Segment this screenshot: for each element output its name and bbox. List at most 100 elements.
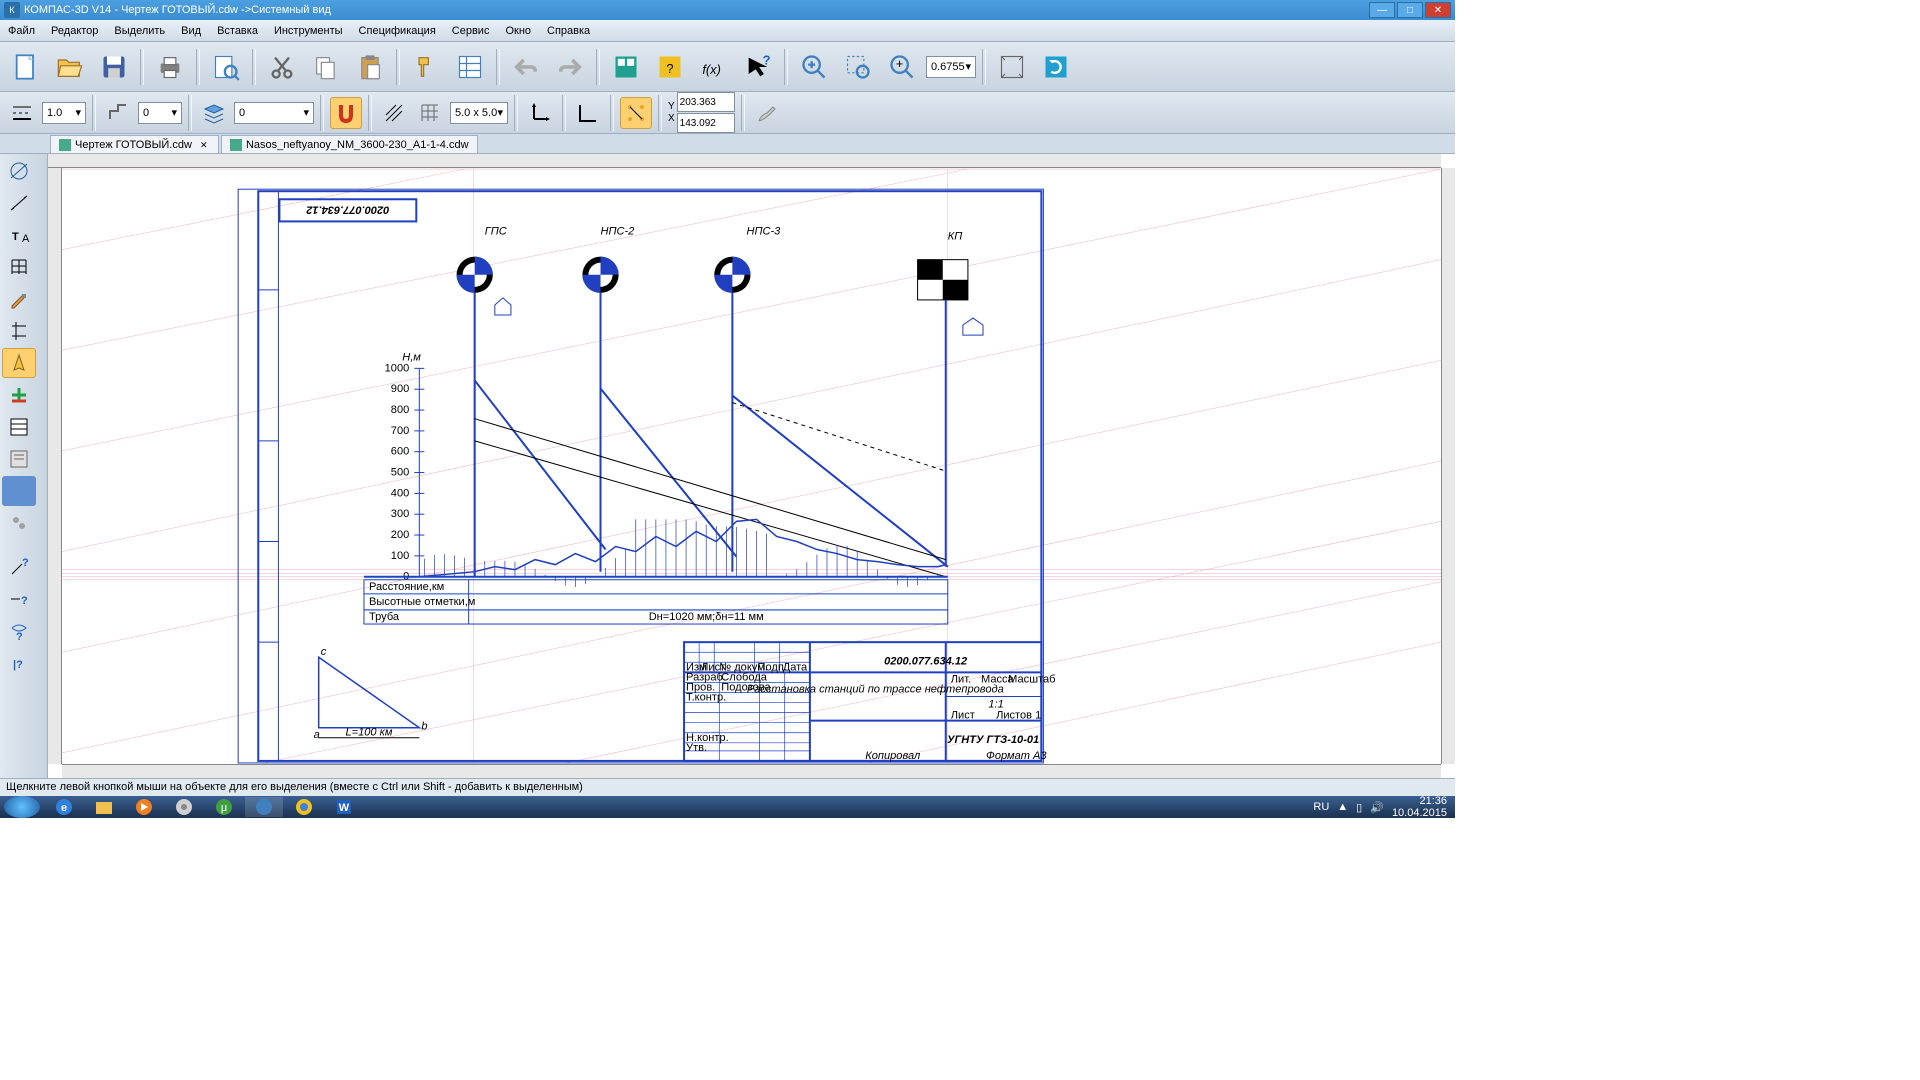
tool-help2[interactable]: ?: [2, 584, 36, 614]
new-button[interactable]: [6, 47, 46, 87]
tray-time: 21:36: [1392, 795, 1447, 807]
system-tray[interactable]: RU ▲ ▯ 🔊 21:36 10.04.2015: [1313, 795, 1455, 819]
svg-text:Т.контр.: Т.контр.: [686, 692, 726, 704]
zoom-in-button[interactable]: [794, 47, 834, 87]
tool-measure[interactable]: [2, 348, 36, 378]
menu-view[interactable]: Вид: [181, 25, 201, 37]
scrollbar-vertical[interactable]: [1441, 168, 1455, 764]
grid-combo[interactable]: 5.0 x 5.0▾: [450, 102, 508, 124]
tool-pattern[interactable]: [2, 252, 36, 282]
refresh-button[interactable]: [1036, 47, 1076, 87]
step-button[interactable]: [102, 97, 134, 129]
task-chrome[interactable]: [285, 797, 323, 817]
layer-combo[interactable]: 0▾: [234, 102, 314, 124]
fx-button[interactable]: f(x): [694, 47, 734, 87]
ortho-button[interactable]: [572, 97, 604, 129]
round-button[interactable]: [620, 97, 652, 129]
tray-flag-icon[interactable]: ▯: [1356, 801, 1362, 814]
tray-volume-icon[interactable]: 🔊: [1370, 801, 1384, 814]
svg-text:Подозова: Подозова: [721, 681, 771, 693]
close-button[interactable]: ✕: [1425, 2, 1451, 18]
tool-spec[interactable]: [2, 412, 36, 442]
task-disc[interactable]: [165, 797, 203, 817]
maximize-button[interactable]: □: [1397, 2, 1423, 18]
svg-text:200: 200: [391, 529, 409, 541]
scrollbar-horizontal[interactable]: [62, 764, 1441, 778]
doc-icon: [59, 139, 71, 151]
tool-reports[interactable]: [2, 444, 36, 474]
tool-params[interactable]: [2, 316, 36, 346]
tool-help3[interactable]: ?: [2, 616, 36, 646]
tool-dimension[interactable]: [2, 188, 36, 218]
tool-help1[interactable]: ?: [2, 552, 36, 582]
line-width-combo[interactable]: 1.0▾: [42, 102, 86, 124]
task-kompas[interactable]: [245, 797, 283, 817]
tool-add[interactable]: [2, 380, 36, 410]
save-button[interactable]: [94, 47, 134, 87]
print-button[interactable]: [150, 47, 190, 87]
manager-button[interactable]: [606, 47, 646, 87]
redo-button[interactable]: [550, 47, 590, 87]
preview-button[interactable]: [206, 47, 246, 87]
svg-text:b: b: [421, 721, 427, 733]
menu-window[interactable]: Окно: [505, 25, 531, 37]
tool-insert[interactable]: [2, 508, 36, 538]
task-word[interactable]: W: [325, 797, 363, 817]
format-painter-button[interactable]: [406, 47, 446, 87]
tool-help4[interactable]: |?: [2, 648, 36, 678]
canvas[interactable]: 0200.077.634.12 ГПС НПС-2 НПС-3 КП: [48, 154, 1455, 778]
svg-text:Листов 1: Листов 1: [996, 710, 1041, 722]
paste-button[interactable]: [350, 47, 390, 87]
tool-view[interactable]: [2, 476, 36, 506]
tool-geometry[interactable]: [2, 156, 36, 186]
close-icon[interactable]: ✕: [200, 140, 210, 150]
tool-text[interactable]: TA: [2, 220, 36, 250]
offset-combo[interactable]: 0▾: [138, 102, 182, 124]
menu-insert[interactable]: Вставка: [217, 25, 258, 37]
menu-select[interactable]: Выделить: [114, 25, 165, 37]
grid-button[interactable]: [414, 97, 446, 129]
menu-file[interactable]: Файл: [8, 25, 35, 37]
snap-button[interactable]: [330, 97, 362, 129]
menu-spec[interactable]: Спецификация: [359, 25, 436, 37]
open-button[interactable]: [50, 47, 90, 87]
hatch-button[interactable]: [378, 97, 410, 129]
menu-tools[interactable]: Инструменты: [274, 25, 343, 37]
zoom-area-button[interactable]: [838, 47, 878, 87]
document-tabs: Чертеж ГОТОВЫЙ.cdw✕ Nasos_neftyanoy_NM_3…: [0, 134, 1455, 154]
start-button[interactable]: [4, 796, 40, 818]
tab-2[interactable]: Nasos_neftyanoy_NM_3600-230_A1-1-4.cdw: [221, 135, 478, 153]
menu-service[interactable]: Сервис: [452, 25, 490, 37]
properties-button[interactable]: [450, 47, 490, 87]
task-wmp[interactable]: [125, 797, 163, 817]
zoom-scale-button[interactable]: +: [882, 47, 922, 87]
minimize-button[interactable]: —: [1369, 2, 1395, 18]
menu-help[interactable]: Справка: [547, 25, 590, 37]
variables-button[interactable]: ?: [650, 47, 690, 87]
menu-edit[interactable]: Редактор: [51, 25, 98, 37]
svg-text:?: ?: [22, 557, 29, 569]
drawing-area[interactable]: 0200.077.634.12 ГПС НПС-2 НПС-3 КП: [62, 168, 1441, 764]
svg-text:Лит.: Лит.: [951, 673, 971, 685]
svg-text:НПС-2: НПС-2: [601, 225, 635, 237]
coord-y-input[interactable]: [677, 113, 735, 133]
drawing-svg: 0200.077.634.12 ГПС НПС-2 НПС-3 КП: [62, 168, 1441, 764]
whats-this-button[interactable]: ?: [738, 47, 778, 87]
undo-button[interactable]: [506, 47, 546, 87]
copy-button[interactable]: [306, 47, 346, 87]
tray-lang[interactable]: RU: [1313, 801, 1329, 813]
brush-button[interactable]: [751, 97, 783, 129]
zoom-combo[interactable]: 0.6755▾: [926, 56, 976, 78]
coord-x-input[interactable]: [677, 92, 735, 112]
zoom-fit-button[interactable]: [992, 47, 1032, 87]
task-utorrent[interactable]: μ: [205, 797, 243, 817]
task-ie[interactable]: e: [45, 797, 83, 817]
local-cs-button[interactable]: [524, 97, 556, 129]
line-style-button[interactable]: [6, 97, 38, 129]
tray-up-icon[interactable]: ▲: [1337, 801, 1348, 813]
task-explorer[interactable]: [85, 797, 123, 817]
layers-button[interactable]: [198, 97, 230, 129]
tool-edit[interactable]: [2, 284, 36, 314]
tab-1[interactable]: Чертеж ГОТОВЫЙ.cdw✕: [50, 135, 219, 153]
cut-button[interactable]: [262, 47, 302, 87]
